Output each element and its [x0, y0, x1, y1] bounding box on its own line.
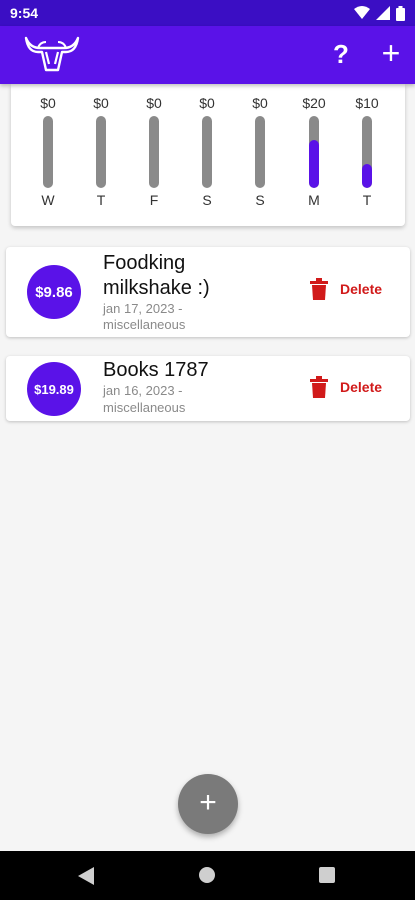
bar-amount: $0 [199, 95, 215, 111]
delete-label: Delete [340, 281, 383, 297]
bar-amount: $20 [302, 95, 326, 111]
bar-day-label: W [41, 192, 55, 208]
bar-day-label: M [308, 192, 320, 208]
add-transaction-button[interactable]: + [374, 36, 408, 72]
bar-amount: $10 [355, 95, 379, 111]
bar-column: $0 F [136, 94, 172, 214]
bar-amount: $0 [40, 95, 56, 111]
bar-amount: $0 [146, 95, 162, 111]
transaction-date: jan 16, 2023 - [103, 383, 183, 398]
bar-track [96, 116, 106, 188]
bar-amount: $0 [252, 95, 268, 111]
app-bar: ? + [0, 26, 415, 84]
bar-column: $0 W [30, 94, 66, 214]
transaction-card[interactable]: $9.86 Foodking milkshake :) jan 17, 2023… [6, 247, 410, 337]
back-icon[interactable] [78, 867, 94, 885]
bar-track [202, 116, 212, 188]
trash-icon [310, 376, 328, 398]
bar-column: $0 S [242, 94, 278, 214]
bar-day-label: T [96, 192, 106, 208]
trash-icon [310, 278, 328, 300]
transaction-card[interactable]: $19.89 Books 1787 jan 16, 2023 - miscell… [6, 356, 410, 421]
transaction-title: Books 1787 [103, 359, 209, 381]
bar-day-label: S [202, 192, 212, 208]
bar-day-label: T [362, 192, 372, 208]
bar-column: $20 M [296, 94, 332, 214]
weekly-spending-chart: $0 W $0 T $0 F $0 S $0 S $20 M $10 T [11, 84, 405, 226]
bar-track [362, 116, 372, 188]
help-button[interactable]: ? [324, 36, 358, 72]
bar-fill [362, 164, 372, 188]
delete-button[interactable]: Delete [310, 374, 382, 400]
bar-column: $0 T [83, 94, 119, 214]
add-fab-button[interactable]: + [178, 774, 238, 834]
transaction-category: miscellaneous [103, 317, 186, 332]
system-nav-bar [0, 851, 415, 900]
transaction-title-line2: milkshake :) [103, 277, 210, 299]
bar-track [43, 116, 53, 188]
transaction-amount-badge: $19.89 [27, 362, 81, 416]
bar-track [149, 116, 159, 188]
wifi-icon [354, 6, 370, 19]
transaction-amount-badge: $9.86 [27, 265, 81, 319]
delete-label: Delete [340, 379, 383, 395]
bar-track [309, 116, 319, 188]
bar-fill [309, 139, 319, 188]
bar-column: $0 S [189, 94, 225, 214]
battery-icon [396, 5, 405, 21]
recents-icon[interactable] [319, 867, 335, 883]
status-time: 9:54 [10, 5, 39, 21]
bull-skull-icon [24, 36, 80, 72]
bar-column: $10 T [349, 94, 385, 214]
bar-day-label: F [149, 192, 159, 208]
transaction-title: Foodking [103, 252, 186, 274]
home-icon[interactable] [199, 867, 215, 883]
bar-track [255, 116, 265, 188]
status-icons [354, 5, 405, 21]
transaction-category: miscellaneous [103, 400, 186, 415]
bar-day-label: S [255, 192, 265, 208]
transaction-date: jan 17, 2023 - [103, 301, 183, 316]
bar-amount: $0 [93, 95, 109, 111]
status-bar: 9:54 [0, 0, 415, 26]
signal-icon [376, 6, 390, 20]
delete-button[interactable]: Delete [310, 276, 382, 302]
